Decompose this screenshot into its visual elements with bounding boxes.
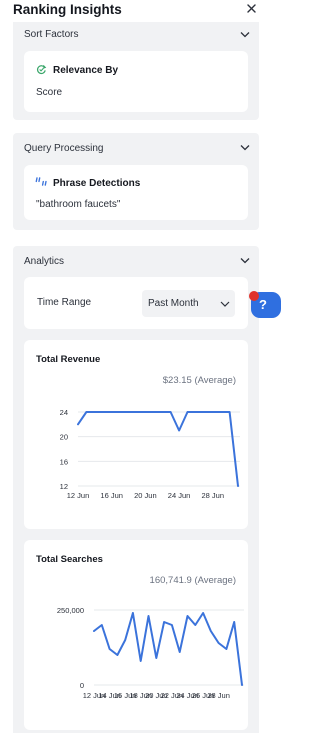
analytics-header[interactable]: Analytics [13,246,259,272]
chevron-down-icon[interactable] [240,144,250,151]
time-range-value: Past Month [148,298,199,309]
series-line [93,612,243,686]
time-range-card: Time Range Past Month [24,277,248,329]
query-processing-header[interactable]: Query Processing [13,133,259,159]
revenue-chart-card: Total Revenue $23.15 (Average) 12 16 20 24 1… [24,340,248,529]
x-tick-label: 16 Jun [100,491,123,500]
y-tick-label: 24 [60,408,68,417]
refresh-check-icon [37,65,47,75]
searches-chart-card: Total Searches 160,741.9 (Average) 0 250,… [24,540,248,730]
time-range-select[interactable]: Past Month [142,290,235,317]
x-tick-label: 24 Jun [168,491,191,500]
phrase-detection-card: Phrase Detections "bathroom faucets" [24,165,248,220]
chevron-down-icon [220,301,230,307]
help-icon: ? [259,297,267,312]
sort-factors-section: Sort Factors Relevance By Score [13,22,259,120]
relevance-card: Relevance By Score [24,51,248,112]
x-tick-label: 20 Jun [134,491,157,500]
x-tick-label: 12 Jun [67,491,90,500]
panel-header: Ranking Insights [0,0,272,20]
y-tick-label: 20 [60,433,68,442]
revenue-line-chart: 12 16 20 24 12 Jun 16 Jun 20 Jun 24 Jun 28 Jun [60,408,240,500]
y-tick-label: 16 [60,457,68,466]
y-tick-label: 0 [80,681,84,690]
sort-factors-header[interactable]: Sort Factors [13,22,259,48]
y-tick-label: 12 [60,482,68,491]
analytics-label: Analytics [24,256,65,267]
time-range-label: Time Range [37,297,92,308]
close-icon[interactable] [246,3,257,14]
sort-factors-label: Sort Factors [24,29,79,40]
chevron-down-icon[interactable] [240,31,250,38]
x-tick-label: 28 Jun [201,491,224,500]
relevance-title: Relevance By [53,65,119,76]
phrase-detection-value: "bathroom faucets" [36,199,121,210]
panel-title: Ranking Insights [13,2,122,17]
notification-dot [249,291,259,301]
chevron-down-icon[interactable] [240,257,250,264]
series-line [77,411,239,487]
relevance-value: Score [36,87,63,98]
y-tick-label: 250,000 [57,606,84,615]
analytics-section: Analytics Time Range Past Month Total Re… [13,246,259,733]
help-button[interactable]: ? [249,291,281,318]
phrase-detection-title: Phrase Detections [53,178,141,189]
query-processing-section: Query Processing Phrase Detections "bath… [13,133,259,230]
x-tick-label: 28 Jun [207,691,230,700]
searches-line-chart: 0250,00012 Jun14 Jun16 Jun18 Jun20 Jun22… [57,606,244,700]
quote-icon [35,177,47,186]
query-processing-label: Query Processing [24,143,104,154]
